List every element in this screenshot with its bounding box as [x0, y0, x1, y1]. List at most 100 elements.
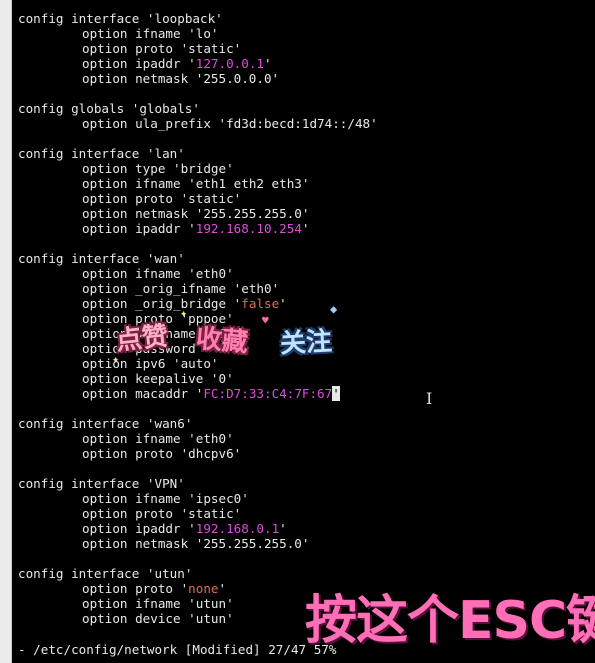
editor-line: option ipaddr '192.168.0.1' — [18, 521, 378, 536]
option-keyword: option keepalive — [82, 371, 211, 386]
option-keyword: option ifname — [82, 431, 189, 446]
config-value: 'bridge' — [173, 161, 234, 176]
config-value: 'wan6' — [146, 416, 193, 431]
editor-line: config interface 'wan' — [18, 251, 378, 266]
config-value: ' — [188, 56, 196, 71]
config-value: 'utun' — [188, 611, 234, 626]
editor-line: option proto 'static' — [18, 41, 378, 56]
highlighted-number: 127.0.0.1 — [195, 56, 264, 71]
option-keyword: option ula_prefix — [82, 116, 219, 131]
config-value: 'ipsec0' — [188, 491, 249, 506]
config-value: 'loopback' — [146, 11, 223, 26]
editor-line: config interface 'VPN' — [18, 476, 378, 491]
window-left-strip — [0, 0, 12, 663]
config-value: 'wan' — [146, 251, 185, 266]
sticker-word-favorite: 收藏 — [194, 323, 250, 359]
option-keyword: option netmask — [82, 536, 196, 551]
closing-quote: ' — [264, 56, 272, 71]
editor-line: config interface 'utun' — [18, 566, 378, 581]
text-cursor-ibeam-icon: I — [426, 389, 433, 408]
highlighted-literal: none — [188, 581, 219, 596]
config-value: '255.255.255.0' — [195, 536, 310, 551]
config-value: 'dhcpv6' — [180, 446, 242, 461]
editor-cursor: ' — [332, 386, 340, 401]
editor-line: option proto 'static' — [18, 506, 378, 521]
option-keyword: option ifname — [82, 266, 189, 281]
option-keyword: option proto — [82, 41, 181, 56]
editor-line: option macaddr 'FC:D7:33:C4:7F:67' — [18, 386, 378, 401]
config-value: 'eth0' — [188, 431, 234, 446]
heart-icon: ♥ — [262, 314, 269, 327]
closing-quote: ' — [218, 581, 227, 596]
editor-line: option ipaddr '192.168.10.254' — [18, 221, 378, 236]
editor-line: option _orig_bridge 'false' — [18, 296, 378, 311]
editor-line: option proto 'dhcpv6' — [18, 446, 378, 461]
editor-line: option netmask '255.255.255.0' — [18, 206, 378, 221]
option-keyword: option proto — [82, 191, 181, 206]
editor-line: option ula_prefix 'fd3d:becd:1d74::/48' — [18, 116, 378, 131]
config-value: 'eth0' — [233, 281, 280, 296]
editor-line: option type 'bridge' — [18, 161, 378, 176]
option-keyword: option ifname — [82, 491, 189, 506]
config-value: 'VPN' — [146, 476, 185, 491]
editor-line: option ifname 'lo' — [18, 26, 378, 41]
config-value: '255.0.0.0' — [195, 71, 280, 86]
editor-line: option ifname 'eth0' — [18, 266, 378, 281]
option-keyword: option netmask — [82, 71, 196, 86]
sticker-word-follow: 关注 — [279, 326, 333, 360]
option-keyword: option ifname — [82, 26, 189, 41]
sparkle-icon: ◆ — [330, 302, 338, 316]
option-keyword: option netmask — [82, 206, 196, 221]
editor-line: option _orig_ifname 'eth0' — [18, 281, 378, 296]
editor-line: option ipaddr '127.0.0.1' — [18, 56, 378, 71]
editor-line: option proto 'static' — [18, 191, 378, 206]
option-keyword: option ipaddr — [82, 521, 189, 536]
option-keyword: option type — [82, 161, 173, 176]
option-keyword: option _orig_ifname — [82, 281, 234, 296]
config-value: 'utun' — [146, 566, 193, 581]
config-value: '0' — [210, 371, 234, 386]
option-keyword: option device — [82, 611, 189, 626]
config-keyword: config interface — [18, 11, 147, 26]
config-keyword: config interface — [18, 566, 147, 581]
sticker-word-like: 点赞 — [114, 321, 170, 357]
option-keyword: option proto — [82, 581, 181, 596]
editor-line: option netmask '255.0.0.0' — [18, 71, 378, 86]
closing-quote: ' — [279, 296, 287, 311]
like-favorite-follow-sticker: ✦ ♥ ◆ ✦ 点赞 收藏 关注 — [112, 302, 344, 368]
config-value: '255.255.255.0' — [195, 206, 310, 221]
editor-line: option keepalive '0' — [18, 371, 378, 386]
option-keyword: option ifname — [82, 596, 189, 611]
config-value: 'fd3d:becd:1d74::/48' — [218, 116, 378, 131]
config-value: ' — [188, 521, 196, 536]
config-value: 'utun' — [188, 596, 234, 611]
closing-quote: ' — [301, 221, 310, 236]
config-value: 'static' — [180, 41, 242, 56]
closing-quote: ' — [279, 521, 287, 536]
editor-line: option ifname 'eth0' — [18, 431, 378, 446]
config-keyword: config interface — [18, 416, 147, 431]
option-keyword: option ifname — [82, 176, 189, 191]
editor-line: config interface 'loopback' — [18, 11, 378, 26]
editor-line: option ifname 'ipsec0' — [18, 491, 378, 506]
editor-line: config interface 'lan' — [18, 146, 378, 161]
sparkle-icon: ✦ — [180, 306, 188, 320]
highlighted-number: 192.168.0.1 — [195, 521, 280, 536]
config-value: 'lan' — [146, 146, 185, 161]
editor-status-line: - /etc/config/network [Modified] 27/47 5… — [18, 642, 337, 657]
video-caption: 按这个ESC键 — [305, 591, 595, 651]
option-keyword: option proto — [82, 446, 181, 461]
config-keyword: config interface — [18, 476, 147, 491]
option-keyword: option macaddr — [82, 386, 196, 401]
highlighted-number: 192.168.10.254 — [195, 221, 302, 236]
config-value: 'eth0' — [188, 266, 234, 281]
editor-line: option netmask '255.255.255.0' — [18, 536, 378, 551]
editor-line: config interface 'wan6' — [18, 416, 378, 431]
config-keyword: config interface — [18, 146, 147, 161]
config-value: 'static' — [180, 506, 242, 521]
